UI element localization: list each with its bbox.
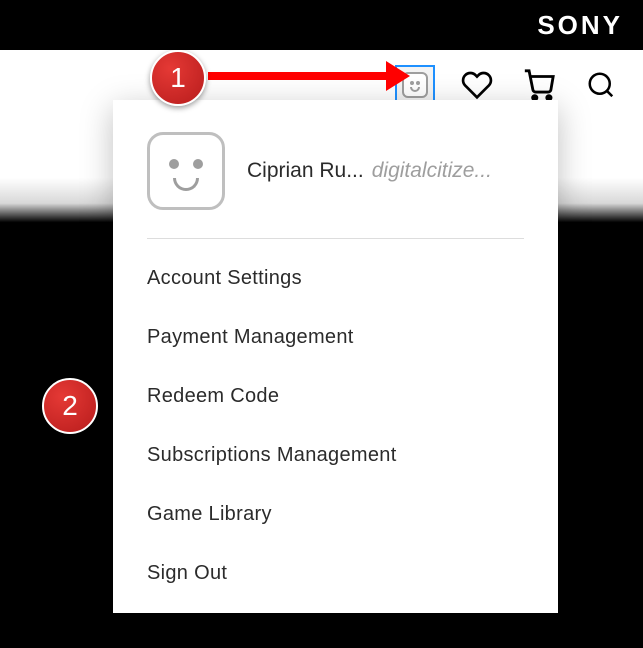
profile-header: Ciprian Ru... digitalcitize... [113, 100, 558, 238]
menu-item-account-settings[interactable]: Account Settings [113, 249, 558, 308]
divider [147, 238, 524, 239]
menu-item-sign-out[interactable]: Sign Out [113, 544, 558, 603]
search-button[interactable] [577, 61, 625, 109]
menu-item-redeem-code[interactable]: Redeem Code [113, 367, 558, 426]
annotation-arrow [208, 66, 410, 86]
profile-dropdown: Ciprian Ru... digitalcitize... Account S… [113, 100, 558, 613]
user-display-name: Ciprian Ru... [247, 159, 364, 183]
menu-item-game-library[interactable]: Game Library [113, 485, 558, 544]
annotation-badge-1: 1 [150, 50, 206, 106]
sony-logo: SONY [537, 10, 623, 41]
heart-icon [461, 69, 493, 101]
menu-item-payment-management[interactable]: Payment Management [113, 308, 558, 367]
annotation-badge-2: 2 [42, 378, 98, 434]
avatar-large-icon [147, 132, 225, 210]
user-handle: digitalcitize... [372, 159, 492, 183]
cart-icon [522, 68, 556, 102]
menu-item-subscriptions-management[interactable]: Subscriptions Management [113, 426, 558, 485]
search-icon [586, 70, 616, 100]
